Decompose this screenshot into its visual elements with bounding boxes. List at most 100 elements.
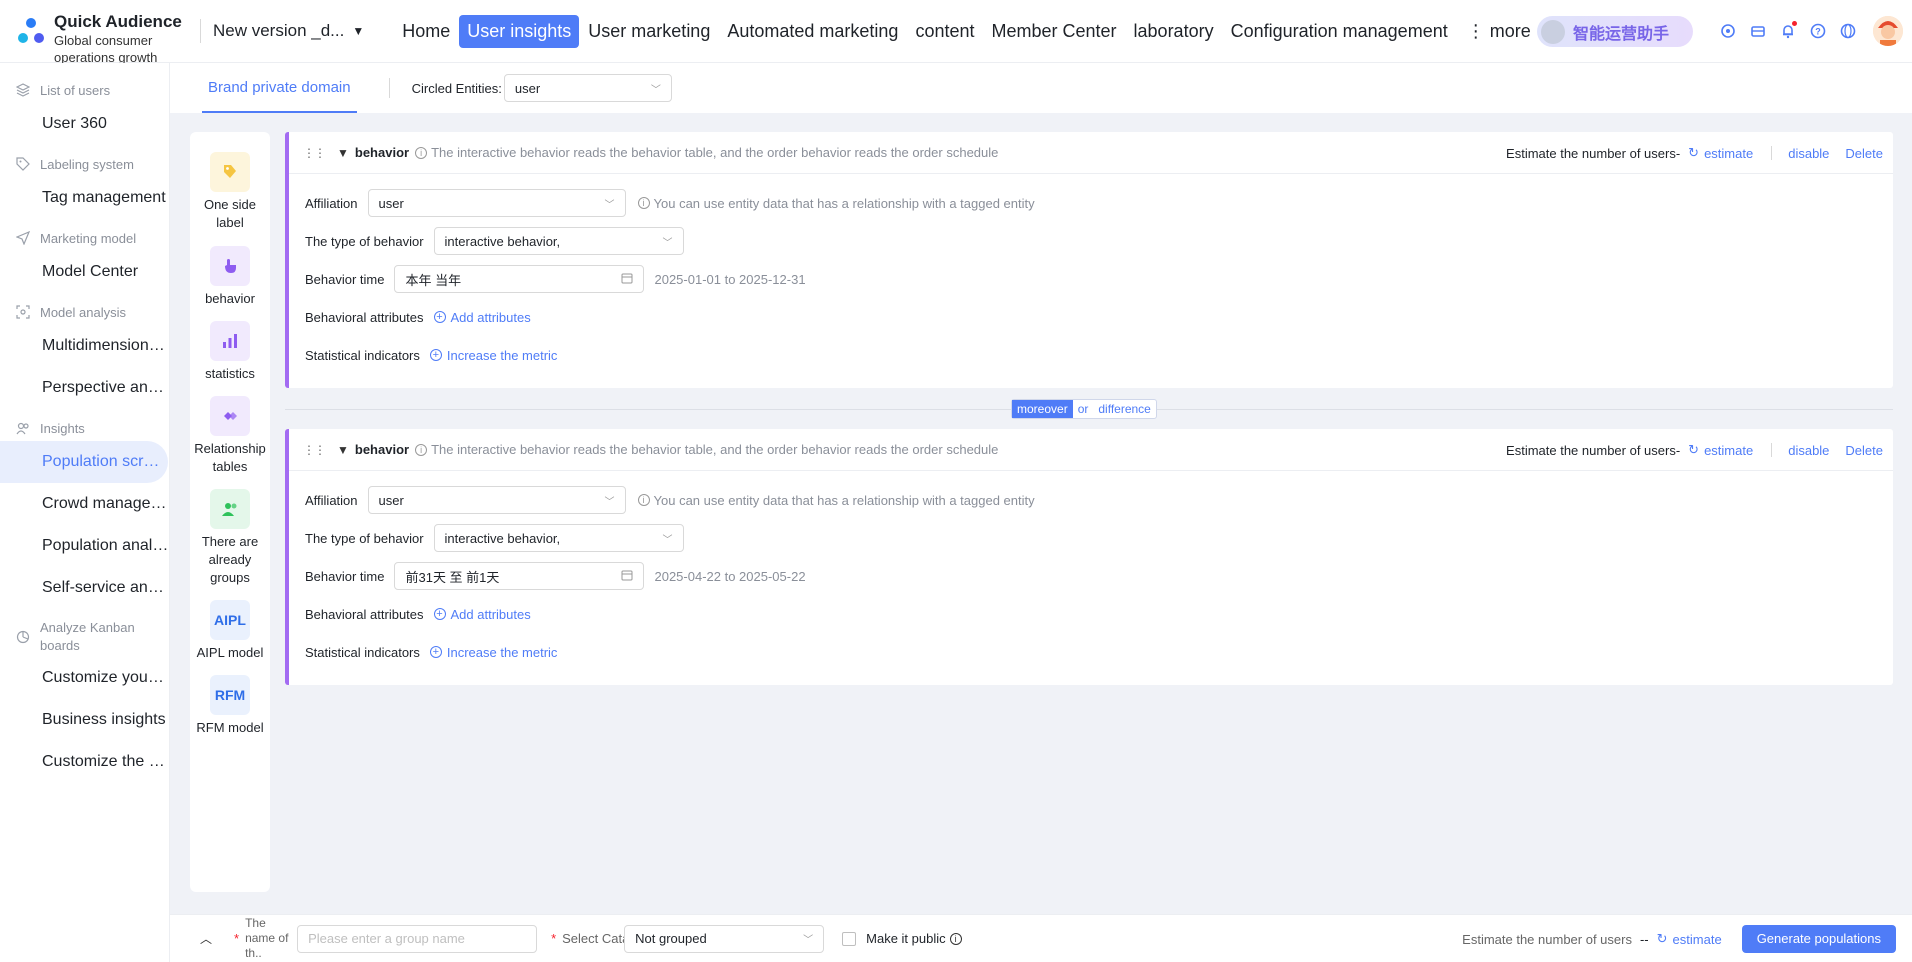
- affiliation-select[interactable]: user ﹀: [367, 189, 626, 217]
- tool-behavior[interactable]: behavior: [190, 246, 270, 308]
- catalog-select[interactable]: Not grouped ﹀: [624, 924, 825, 953]
- nav-user-marketing[interactable]: User marketing: [580, 15, 718, 48]
- circled-entities-select[interactable]: user ﹀: [503, 74, 672, 102]
- estimate-link[interactable]: estimate: [1704, 443, 1753, 458]
- sidebar-item-self-service-analysis[interactable]: Self-service analy...: [0, 567, 169, 609]
- tool-rfm-model[interactable]: RFM RFM model: [190, 675, 270, 737]
- tool-label: behavior: [205, 291, 255, 306]
- sidebar-item-user-360[interactable]: User 360: [0, 103, 169, 145]
- divider: [1771, 146, 1773, 160]
- settings-icon[interactable]: [1718, 21, 1738, 41]
- hand-pointer-icon: [210, 246, 250, 286]
- nav-configuration-management[interactable]: Configuration management: [1223, 15, 1456, 48]
- behavior-type-select[interactable]: interactive behavior, ﹀: [433, 227, 684, 255]
- app-logo[interactable]: Quick Audience Global consumer operation…: [0, 0, 200, 65]
- collapse-icon[interactable]: ▼: [337, 443, 349, 457]
- nav-laboratory[interactable]: laboratory: [1126, 15, 1222, 48]
- behavior-time-picker[interactable]: 本年 当年: [394, 265, 645, 293]
- affiliation-label: Affiliation: [305, 492, 358, 508]
- tool-statistics[interactable]: statistics: [190, 321, 270, 383]
- sidebar-item-model-center[interactable]: Model Center: [0, 251, 169, 293]
- sidebar-item-population-analysis[interactable]: Population analy...: [0, 525, 169, 567]
- increase-metric-button[interactable]: + Increase the metric: [429, 348, 557, 363]
- refresh-icon[interactable]: ↻: [1688, 442, 1699, 458]
- statistical-indicators-label: Statistical indicators: [305, 644, 420, 660]
- help-icon[interactable]: ?: [1808, 21, 1828, 41]
- caret-down-icon: ▼: [352, 24, 365, 38]
- make-public-checkbox[interactable]: [842, 931, 857, 946]
- top-bar: Quick Audience Global consumer operation…: [0, 0, 1912, 65]
- sidebar-item-multidimensional[interactable]: Multidimensional...: [0, 325, 169, 367]
- affiliation-value: user: [378, 195, 404, 211]
- behavior-time-picker[interactable]: 前31天 至 前1天: [394, 562, 645, 590]
- drag-handle-icon[interactable]: ⋮⋮: [303, 146, 326, 160]
- operator-moreover[interactable]: moreover: [1012, 400, 1073, 418]
- refresh-icon[interactable]: ↻: [1688, 145, 1699, 161]
- sub-header: Brand private domain Circled Entities: u…: [170, 63, 1912, 113]
- affiliation-select[interactable]: user ﹀: [367, 486, 626, 514]
- sidebar-item-population-screening[interactable]: Population scree...: [0, 441, 168, 483]
- delete-link[interactable]: Delete: [1845, 146, 1883, 161]
- sidebar-item-business-insights[interactable]: Business insights: [0, 699, 169, 741]
- drag-handle-icon[interactable]: ⋮⋮: [303, 443, 326, 457]
- tag-icon: [16, 157, 30, 171]
- delete-link[interactable]: Delete: [1845, 443, 1883, 458]
- make-public-label: Make it public: [866, 931, 946, 946]
- sidebar-item-perspective-analysis[interactable]: Perspective analy...: [0, 367, 169, 409]
- rfm-icon: RFM: [210, 675, 250, 715]
- footer-bar: ︿ * The name of th.. Please enter a grou…: [170, 914, 1912, 962]
- nav-user-insights[interactable]: User insights: [459, 14, 580, 48]
- assistant-button[interactable]: 智能运营助手: [1537, 16, 1693, 47]
- refresh-icon[interactable]: ↻: [1657, 931, 1668, 947]
- nav-member-center[interactable]: Member Center: [983, 15, 1124, 48]
- behavior-card: ⋮⋮ ▼ behavior i The interactive behavior…: [285, 429, 1893, 685]
- sidebar-group-label: Labeling system: [40, 156, 134, 172]
- behavior-type-select[interactable]: interactive behavior, ﹀: [433, 524, 684, 552]
- disable-link[interactable]: disable: [1788, 146, 1829, 161]
- people-icon: [16, 421, 30, 435]
- tab-brand-private-domain[interactable]: Brand private domain: [202, 63, 357, 113]
- globe-icon[interactable]: [1838, 21, 1858, 41]
- generate-populations-button[interactable]: Generate populations: [1741, 925, 1896, 953]
- sidebar-item-crowd-management[interactable]: Crowd managem...: [0, 483, 169, 525]
- tool-one-side-label[interactable]: One side label: [190, 152, 270, 232]
- sidebar-item-customize-your[interactable]: Customize your ...: [0, 657, 169, 699]
- logic-connector: moreover or difference: [285, 398, 1893, 420]
- briefcase-icon[interactable]: [1748, 21, 1768, 41]
- affiliation-value: user: [378, 492, 404, 508]
- aipl-icon: AIPL: [210, 600, 250, 640]
- collapse-icon[interactable]: ▼: [337, 146, 349, 160]
- tool-existing-groups[interactable]: There are already groups: [190, 489, 270, 587]
- estimate-link[interactable]: estimate: [1673, 932, 1722, 947]
- sidebar-item-customize-the[interactable]: Customize the m...: [0, 741, 169, 783]
- behavior-type-label: The type of behavior: [305, 530, 424, 546]
- group-name-input[interactable]: Please enter a group name: [297, 924, 538, 953]
- statistical-indicators-row: Statistical indicators + Increase the met…: [305, 336, 1893, 374]
- version-selector[interactable]: New version _d... ▼: [200, 19, 364, 43]
- tag-icon: [210, 152, 250, 192]
- disable-link[interactable]: disable: [1788, 443, 1829, 458]
- tool-aipl-model[interactable]: AIPL AIPL model: [190, 600, 270, 662]
- add-attributes-button[interactable]: + Add attributes: [433, 310, 531, 325]
- tool-relationship-tables[interactable]: Relationship tables: [190, 396, 270, 476]
- add-attributes-button[interactable]: + Add attributes: [433, 607, 531, 622]
- circled-entities-value: user: [514, 80, 541, 96]
- nav-content[interactable]: content: [907, 15, 982, 48]
- nav-automated-marketing[interactable]: Automated marketing: [719, 15, 906, 48]
- user-avatar[interactable]: [1873, 16, 1903, 46]
- operator-or[interactable]: or: [1073, 400, 1094, 418]
- affiliation-hint: You can use entity data that has a relat…: [653, 492, 1035, 508]
- plus-circle-icon: +: [433, 608, 446, 620]
- bell-icon[interactable]: [1778, 21, 1798, 41]
- operator-difference[interactable]: difference: [1093, 400, 1155, 418]
- increase-metric-button[interactable]: + Increase the metric: [429, 645, 557, 660]
- info-icon: i: [637, 494, 650, 506]
- component-toolbox: One side label behavior statistics Relat…: [190, 132, 270, 892]
- sidebar-item-tag-management[interactable]: Tag management: [0, 177, 169, 219]
- tool-label: Relationship tables: [194, 441, 266, 474]
- chevron-up-icon[interactable]: ︿: [200, 930, 212, 947]
- nav-home[interactable]: Home: [394, 15, 458, 48]
- behavior-time-range: 2025-01-01 to 2025-12-31: [654, 271, 806, 287]
- estimate-link[interactable]: estimate: [1704, 146, 1753, 161]
- nav-more[interactable]: ⋮ more: [1459, 15, 1539, 48]
